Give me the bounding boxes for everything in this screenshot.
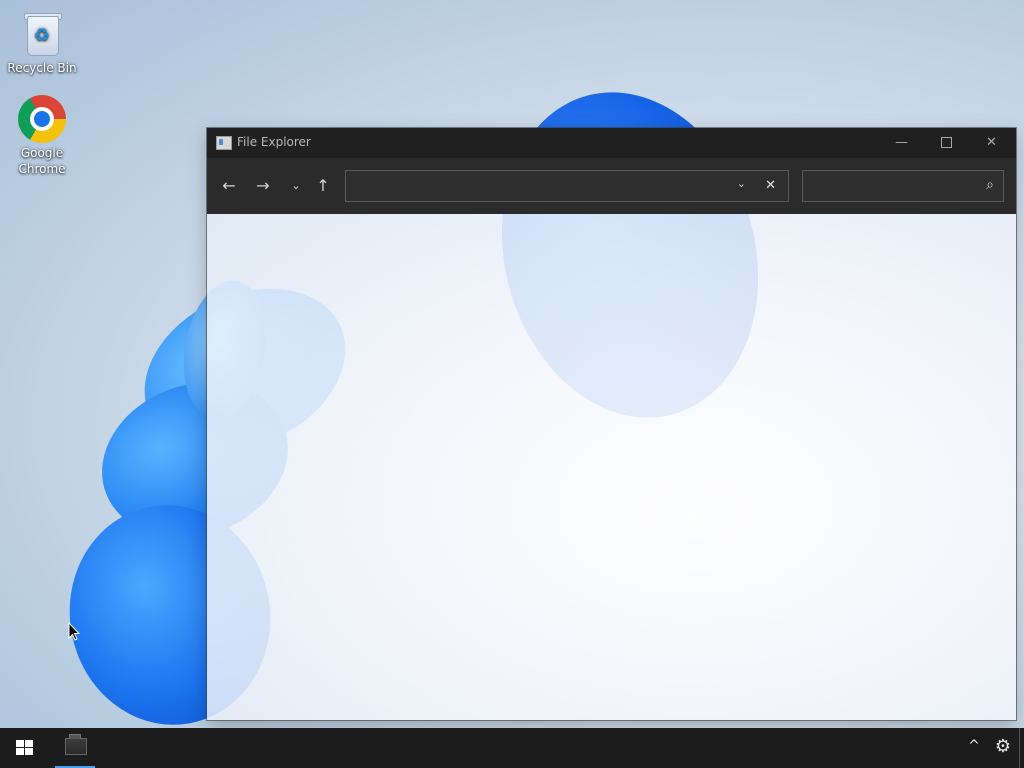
address-clear-button[interactable]: ✕ [765, 178, 776, 193]
taskbar: ^ ⚙ [0, 728, 1024, 768]
forward-button[interactable]: → [251, 176, 275, 196]
desktop-icon-label: Recycle Bin [7, 61, 77, 75]
chrome-icon [18, 95, 66, 143]
close-icon: ✕ [765, 178, 776, 193]
search-input[interactable]: ⌕ [802, 170, 1004, 202]
close-button[interactable]: ✕ [969, 128, 1014, 158]
address-dropdown-button[interactable]: ⌄ [737, 177, 746, 190]
up-button[interactable]: ↑ [311, 176, 335, 196]
back-button[interactable]: ← [217, 176, 241, 196]
desktop-icon-label: Google Chrome [18, 146, 66, 176]
chevron-down-icon: ⌄ [291, 179, 301, 192]
arrow-left-icon: ← [222, 176, 236, 195]
start-button[interactable] [0, 728, 48, 768]
address-bar[interactable]: ⌄ ✕ [345, 170, 789, 202]
file-explorer-icon [216, 136, 232, 150]
file-explorer-window: File Explorer — ✕ ← → ⌄ ↑ ⌄ ✕ ⌕ [207, 128, 1016, 720]
chevron-down-icon: ⌄ [736, 177, 746, 190]
taskbar-app-file-explorer[interactable] [55, 728, 95, 768]
show-hidden-icons-button[interactable]: ^ [964, 738, 984, 754]
desktop-icon-recycle-bin[interactable]: ♻ Recycle Bin [4, 10, 80, 76]
maximize-icon [941, 137, 952, 148]
arrow-up-icon: ↑ [316, 176, 330, 195]
show-desktop-button[interactable] [1019, 728, 1020, 768]
gear-icon: ⚙ [994, 736, 1012, 757]
search-icon: ⌕ [986, 177, 994, 193]
windows-logo-icon [16, 740, 33, 756]
settings-button[interactable]: ⚙ [991, 736, 1015, 757]
minimize-icon: — [895, 135, 908, 150]
close-icon: ✕ [986, 135, 997, 150]
minimize-button[interactable]: — [879, 128, 924, 158]
recycle-bin-icon: ♻ [18, 10, 66, 58]
arrow-right-icon: → [256, 176, 270, 195]
navigation-toolbar: ← → ⌄ ↑ ⌄ ✕ ⌕ [207, 158, 1016, 214]
maximize-button[interactable] [924, 128, 969, 158]
window-title: File Explorer [237, 135, 311, 149]
window-titlebar[interactable]: File Explorer — ✕ [207, 128, 1016, 158]
desktop-icon-google-chrome[interactable]: Google Chrome [4, 95, 80, 177]
file-explorer-icon [65, 734, 87, 755]
file-list-area[interactable] [207, 214, 1016, 720]
recent-locations-button[interactable]: ⌄ [284, 176, 308, 196]
chevron-up-icon: ^ [968, 738, 980, 754]
